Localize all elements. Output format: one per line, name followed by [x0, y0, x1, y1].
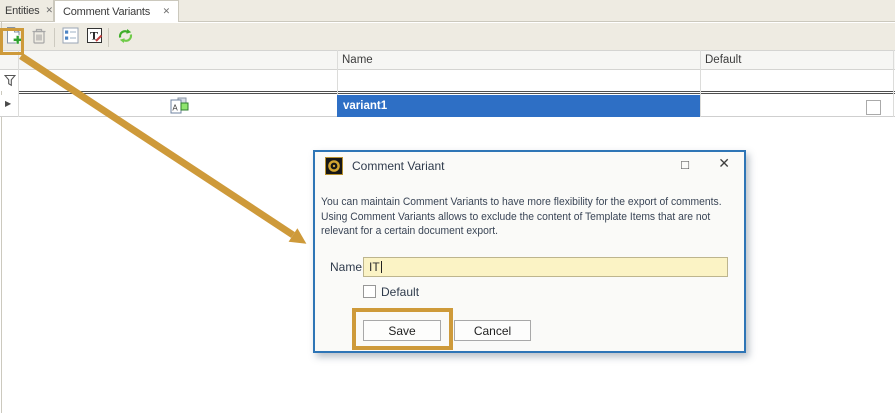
name-input-value: IT [369, 260, 380, 274]
edit-text-button[interactable]: T [84, 28, 105, 48]
description-line: Using Comment Variants allows to exclude… [321, 210, 722, 225]
delete-button[interactable] [28, 28, 49, 48]
tab-entities-label: Entities [5, 5, 39, 17]
tab-comment-variants-close-icon[interactable]: ✕ [157, 6, 170, 17]
dialog-title: Comment Variant [352, 159, 444, 173]
comment-variant-row-icon: A [169, 97, 189, 120]
list-properties-icon [62, 27, 79, 49]
cell-name-variant1[interactable]: variant1 [337, 95, 700, 117]
grid-frozen-separator [18, 91, 895, 94]
description-line: relevant for a certain document export. [321, 224, 722, 239]
toolbar-separator [108, 28, 109, 47]
text-edit-icon: T [86, 27, 103, 49]
show-list-button[interactable] [60, 28, 81, 48]
name-input[interactable]: IT [363, 257, 728, 277]
column-header-name[interactable]: Name [342, 54, 373, 66]
filter-funnel-icon [4, 74, 16, 92]
close-icon[interactable]: ✕ [718, 155, 730, 172]
annotation-highlight-save-button [352, 308, 453, 350]
row-indicator-icon: ▶ [5, 99, 11, 108]
annotation-highlight-toolbar-new-button [0, 28, 24, 55]
row-default-checkbox[interactable] [866, 100, 881, 115]
dialog-description: You can maintain Comment Variants to hav… [321, 195, 722, 239]
description-line: You can maintain Comment Variants to hav… [321, 195, 722, 210]
app-logo-icon [325, 157, 343, 180]
grid-header-row: Name Default [0, 50, 895, 70]
trash-icon [31, 27, 47, 50]
grid-column-line [18, 50, 19, 117]
svg-text:A: A [172, 104, 178, 113]
application-window: Entities ✕ Comment Variants ✕ [0, 0, 895, 413]
column-header-default[interactable]: Default [705, 54, 741, 66]
default-checkbox[interactable] [363, 285, 376, 298]
refresh-button[interactable] [115, 28, 136, 48]
maximize-icon[interactable]: □ [681, 157, 689, 172]
toolbar-separator [54, 28, 55, 47]
tab-comment-variants-label: Comment Variants [63, 6, 150, 18]
toolbar: T [0, 23, 895, 50]
grid-column-line [700, 50, 701, 117]
cancel-button[interactable]: Cancel [454, 320, 531, 341]
tab-comment-variants[interactable]: Comment Variants ✕ [54, 0, 179, 22]
grid-filter-row[interactable] [0, 70, 895, 91]
tab-bar: Entities ✕ Comment Variants ✕ [0, 0, 895, 22]
name-field-label: Name [330, 260, 362, 274]
tab-entities-close-icon[interactable]: ✕ [39, 5, 52, 16]
grid-column-line [893, 50, 894, 117]
refresh-icon [117, 28, 134, 49]
default-checkbox-label: Default [381, 285, 419, 299]
tab-entities[interactable]: Entities ✕ [0, 0, 54, 21]
text-caret [381, 261, 382, 273]
